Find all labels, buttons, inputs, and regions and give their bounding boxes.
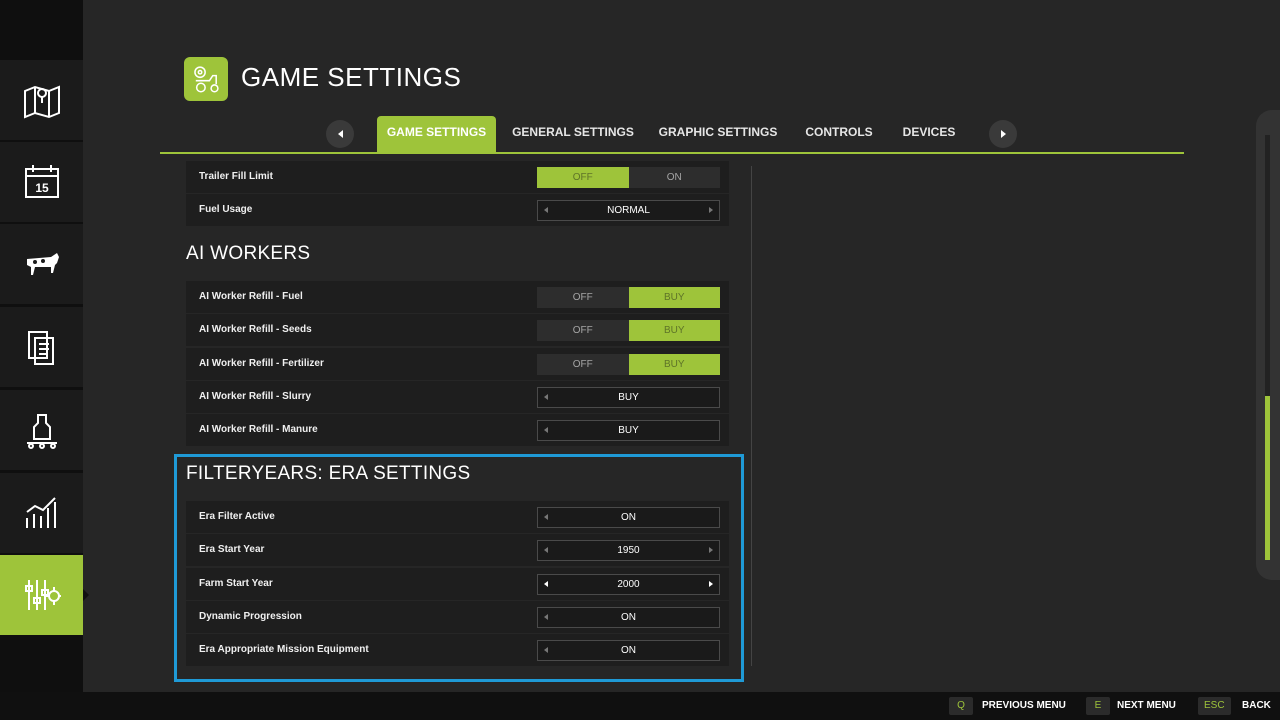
- arrow-left-icon: [337, 130, 343, 138]
- statistics-icon: [25, 497, 56, 528]
- toggle-option-off[interactable]: OFF: [537, 167, 629, 188]
- toggle-option-buy[interactable]: BUY: [628, 287, 720, 308]
- refill-fertilizer-toggle[interactable]: OFF BUY: [537, 354, 720, 375]
- selector-value: ON: [621, 512, 636, 523]
- mission-equipment-selector[interactable]: ON: [537, 640, 720, 661]
- setting-label: AI Worker Refill - Slurry: [199, 391, 312, 402]
- contracts-icon: [27, 331, 54, 365]
- sidebar-item-settings[interactable]: [0, 555, 89, 635]
- selector-value: ON: [621, 612, 636, 623]
- map-icon: [23, 85, 60, 119]
- setting-row-farm-start-year: Farm Start Year 2000: [186, 568, 729, 600]
- dynamic-progression-selector[interactable]: ON: [537, 607, 720, 628]
- prev-menu-label[interactable]: PREVIOUS MENU: [982, 697, 1066, 715]
- toggle-option-on[interactable]: ON: [629, 167, 721, 188]
- era-filter-active-selector[interactable]: ON: [537, 507, 720, 528]
- tab-controls[interactable]: CONTROLS: [800, 116, 878, 152]
- tab-game-settings[interactable]: GAME SETTINGS: [377, 116, 496, 152]
- setting-label: Trailer Fill Limit: [199, 171, 273, 182]
- selector-value: BUY: [618, 425, 639, 436]
- setting-label: Era Filter Active: [199, 511, 275, 522]
- calendar-day: 15: [35, 181, 49, 195]
- tab-prev-button[interactable]: [326, 120, 354, 148]
- calendar-icon: 15: [24, 165, 59, 198]
- setting-row-trailer-fill-limit: Trailer Fill Limit OFF ON: [186, 161, 729, 193]
- trailer-fill-limit-toggle[interactable]: OFF ON: [537, 167, 720, 188]
- toggle-option-off[interactable]: OFF: [537, 320, 629, 341]
- selector-value: BUY: [618, 392, 639, 403]
- selector-value: NORMAL: [607, 205, 650, 216]
- arrow-right-icon[interactable]: [709, 547, 713, 553]
- footer-bar: Q PREVIOUS MENU E NEXT MENU ESC BACK: [0, 692, 1280, 720]
- refill-slurry-selector[interactable]: BUY: [537, 387, 720, 408]
- setting-row-refill-slurry: AI Worker Refill - Slurry BUY: [186, 381, 729, 413]
- cow-icon: [26, 253, 59, 275]
- selector-value: ON: [621, 645, 636, 656]
- setting-row-dynamic-progression: Dynamic Progression ON: [186, 601, 729, 633]
- setting-label: Dynamic Progression: [199, 611, 302, 622]
- next-menu-key[interactable]: E: [1086, 697, 1110, 715]
- tab-graphic-settings[interactable]: GRAPHIC SETTINGS: [656, 116, 780, 152]
- setting-row-fuel-usage: Fuel Usage NORMAL: [186, 194, 729, 226]
- sidebar-item-production[interactable]: [0, 390, 83, 470]
- tractor-gear-icon: [184, 57, 228, 101]
- prev-menu-key[interactable]: Q: [949, 697, 973, 715]
- setting-label: Farm Start Year: [199, 578, 273, 589]
- refill-manure-selector[interactable]: BUY: [537, 420, 720, 441]
- page-title: GAME SETTINGS: [241, 62, 462, 92]
- tab-general-settings[interactable]: GENERAL SETTINGS: [510, 116, 636, 152]
- sidebar-item-statistics[interactable]: [0, 473, 83, 553]
- refill-fuel-toggle[interactable]: OFF BUY: [537, 287, 720, 308]
- setting-row-era-filter-active: Era Filter Active ON: [186, 501, 729, 533]
- back-label[interactable]: BACK: [1242, 697, 1271, 715]
- scrollbar-thumb[interactable]: [1265, 396, 1270, 560]
- setting-row-refill-fertilizer: AI Worker Refill - Fertilizer OFF BUY: [186, 348, 729, 380]
- setting-row-era-start-year: Era Start Year 1950: [186, 534, 729, 566]
- panel-divider: [751, 166, 752, 666]
- era-start-year-selector[interactable]: 1950: [537, 540, 720, 561]
- arrow-right-icon[interactable]: [709, 207, 713, 213]
- tab-next-button[interactable]: [989, 120, 1017, 148]
- setting-label: AI Worker Refill - Manure: [199, 424, 318, 435]
- setting-label: Fuel Usage: [199, 204, 253, 215]
- setting-label: Era Appropriate Mission Equipment: [199, 644, 369, 655]
- tab-devices[interactable]: DEVICES: [898, 116, 960, 152]
- setting-label: Era Start Year: [199, 544, 265, 555]
- toggle-option-off[interactable]: OFF: [537, 354, 629, 375]
- fuel-usage-selector[interactable]: NORMAL: [537, 200, 720, 221]
- section-title-ai-workers: AI WORKERS: [186, 243, 311, 264]
- sidebar-item-contracts[interactable]: [0, 307, 83, 387]
- setting-label: AI Worker Refill - Fertilizer: [199, 358, 324, 369]
- arrow-right-icon[interactable]: [709, 581, 713, 587]
- toggle-option-off[interactable]: OFF: [537, 287, 629, 308]
- selector-value: 2000: [617, 579, 640, 590]
- section-title-era-settings: FILTERYEARS: ERA SETTINGS: [186, 463, 471, 484]
- arrow-right-icon: [1000, 130, 1006, 138]
- toggle-option-buy[interactable]: BUY: [628, 354, 720, 375]
- refill-seeds-toggle[interactable]: OFF BUY: [537, 320, 720, 341]
- farm-start-year-selector[interactable]: 2000: [537, 574, 720, 595]
- settings-icon: [24, 580, 61, 610]
- sidebar: 15: [0, 0, 89, 692]
- setting-label: AI Worker Refill - Seeds: [199, 324, 312, 335]
- back-key[interactable]: ESC: [1198, 697, 1231, 715]
- toggle-option-buy[interactable]: BUY: [628, 320, 720, 341]
- next-menu-label[interactable]: NEXT MENU: [1117, 697, 1176, 715]
- setting-row-refill-seeds: AI Worker Refill - Seeds OFF BUY: [186, 314, 729, 346]
- setting-row-refill-manure: AI Worker Refill - Manure BUY: [186, 414, 729, 446]
- selector-value: 1950: [617, 545, 640, 556]
- production-icon: [26, 414, 57, 449]
- setting-row-mission-equipment: Era Appropriate Mission Equipment ON: [186, 634, 729, 666]
- sidebar-item-calendar[interactable]: 15: [0, 142, 83, 222]
- active-indicator-arrow-icon: [83, 589, 89, 601]
- sidebar-item-map[interactable]: [0, 60, 83, 140]
- setting-label: AI Worker Refill - Fuel: [199, 291, 303, 302]
- setting-row-refill-fuel: AI Worker Refill - Fuel OFF BUY: [186, 281, 729, 313]
- sidebar-item-animals[interactable]: [0, 224, 83, 304]
- tab-bar: GAME SETTINGS GENERAL SETTINGS GRAPHIC S…: [160, 116, 1184, 154]
